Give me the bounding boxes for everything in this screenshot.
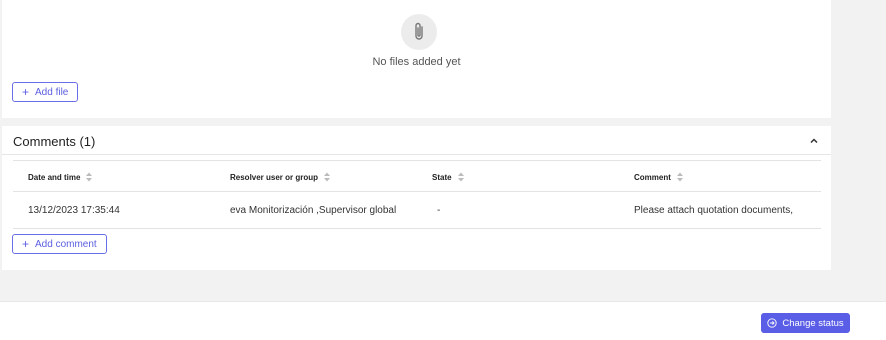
table-row: 13/12/2023 17:35:44 eva Monitorización ,…	[13, 192, 821, 229]
column-header-label: Comment	[634, 172, 671, 182]
change-status-button[interactable]: Change status	[761, 313, 850, 333]
comments-title: Comments (1)	[13, 134, 96, 149]
divider	[2, 154, 831, 155]
sort-icon	[457, 172, 464, 182]
add-file-label: Add file	[35, 86, 69, 98]
add-comment-button[interactable]: + Add comment	[12, 234, 107, 254]
sort-icon	[86, 172, 93, 182]
column-header-comment[interactable]: Comment	[634, 161, 684, 193]
cell-resolver: eva Monitorización ,Supervisor global	[230, 205, 397, 216]
footer-bar: Change status	[0, 301, 886, 340]
comments-section: Comments (1) Date and time Resolver user…	[2, 126, 831, 270]
cell-date: 13/12/2023 17:35:44	[28, 205, 120, 216]
column-header-resolver[interactable]: Resolver user or group	[230, 161, 331, 193]
column-header-state[interactable]: State	[432, 161, 465, 193]
plus-icon: +	[22, 85, 30, 99]
column-header-date[interactable]: Date and time	[28, 161, 93, 193]
comments-table: Date and time Resolver user or group Sta…	[13, 160, 821, 229]
chevron-up-icon[interactable]	[808, 135, 820, 147]
empty-files-message: No files added yet	[372, 56, 461, 68]
paperclip-icon	[401, 14, 437, 50]
sort-icon	[676, 172, 683, 182]
sort-icon	[324, 172, 331, 182]
arrow-circle-right-icon	[767, 318, 778, 328]
add-file-button[interactable]: + Add file	[12, 82, 79, 102]
add-comment-label: Add comment	[35, 238, 97, 250]
change-status-label: Change status	[782, 317, 844, 329]
column-header-label: State	[432, 172, 452, 182]
attachments-section: No files added yet + Add file	[2, 0, 831, 118]
cell-comment: Please attach quotation documents,	[634, 205, 793, 216]
plus-icon: +	[22, 237, 30, 251]
cell-state: -	[437, 205, 441, 216]
table-header: Date and time Resolver user or group Sta…	[13, 160, 821, 192]
column-header-label: Resolver user or group	[230, 172, 319, 182]
column-header-label: Date and time	[28, 172, 81, 182]
